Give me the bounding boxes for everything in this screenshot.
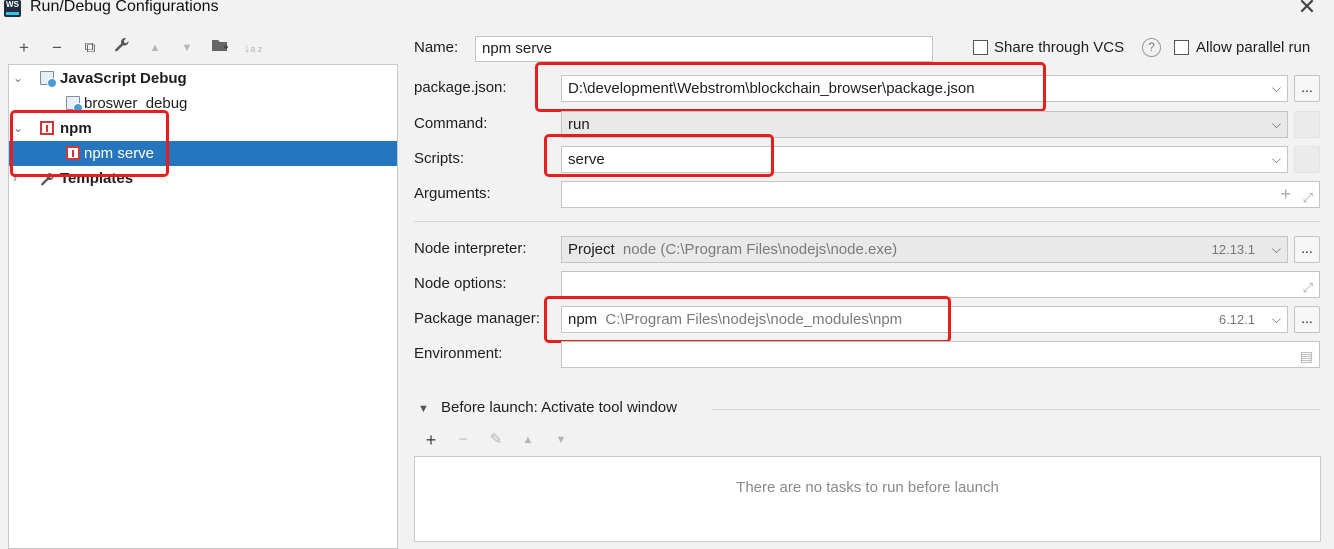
package-manager-select[interactable]: npm C:\Program Files\nodejs\node_modules… bbox=[561, 306, 1288, 333]
javascript-debug-icon bbox=[40, 71, 57, 88]
edit-task-button[interactable]: ✎ bbox=[485, 430, 507, 450]
npm-icon bbox=[66, 146, 80, 160]
wrench-icon bbox=[115, 38, 129, 52]
scripts-value: serve bbox=[568, 151, 605, 168]
node-interpreter-label: Node interpreter: bbox=[414, 240, 527, 257]
chevron-right-icon: › bbox=[13, 171, 17, 185]
chevron-down-icon: ⌵ bbox=[1271, 312, 1281, 326]
tree-item-label: broswer_debug bbox=[84, 95, 188, 112]
arguments-input[interactable]: + ⤢ bbox=[561, 181, 1320, 208]
remove-config-button[interactable]: − bbox=[45, 36, 69, 60]
move-down-button[interactable]: ▼ bbox=[175, 36, 199, 60]
chevron-down-icon: ⌵ bbox=[1271, 117, 1281, 131]
command-value: run bbox=[568, 116, 590, 133]
scripts-label: Scripts: bbox=[414, 150, 465, 167]
javascript-debug-icon bbox=[66, 96, 83, 113]
chevron-down-icon: ⌄ bbox=[13, 71, 24, 85]
package-manager-path: C:\Program Files\nodejs\node_modules\npm bbox=[605, 311, 903, 328]
add-task-button[interactable]: + bbox=[420, 430, 442, 450]
tree-group-templates[interactable]: › Templates bbox=[9, 166, 397, 191]
section-divider bbox=[414, 221, 1320, 222]
node-interpreter-version: 12.13.1 bbox=[1211, 242, 1255, 257]
package-json-select[interactable]: D:\development\Webstrom\blockchain_brows… bbox=[561, 75, 1288, 102]
tree-item-broswer-debug[interactable]: broswer_debug bbox=[9, 91, 397, 116]
webstorm-app-icon: WS bbox=[4, 0, 21, 17]
package-manager-version: 6.12.1 bbox=[1218, 312, 1255, 327]
node-options-label: Node options: bbox=[414, 275, 507, 292]
command-label: Command: bbox=[414, 115, 488, 132]
chevron-down-icon: ⌄ bbox=[13, 121, 24, 135]
name-input[interactable]: npm serve bbox=[475, 36, 933, 62]
arguments-label: Arguments: bbox=[414, 185, 491, 202]
folder-add-icon bbox=[212, 40, 228, 51]
move-task-up-button[interactable]: ▲ bbox=[517, 430, 539, 450]
allow-parallel-checkbox[interactable] bbox=[1174, 40, 1189, 55]
move-task-down-button[interactable]: ▼ bbox=[550, 430, 572, 450]
copy-config-button[interactable]: ⧉ bbox=[78, 36, 102, 60]
share-vcs-label: Share through VCS bbox=[994, 39, 1125, 56]
environment-label: Environment: bbox=[414, 345, 503, 362]
new-folder-button[interactable] bbox=[208, 36, 232, 60]
tree-item-npm-serve[interactable]: npm serve bbox=[9, 141, 397, 166]
package-manager-browse-button[interactable]: ... bbox=[1294, 306, 1320, 333]
chevron-down-icon: ⌵ bbox=[1271, 81, 1281, 95]
tree-group-javascript-debug[interactable]: ⌄ JavaScript Debug bbox=[9, 66, 397, 91]
package-manager-label: Package manager: bbox=[414, 310, 540, 327]
command-side-button bbox=[1294, 111, 1320, 138]
document-icon[interactable]: ▤ bbox=[1300, 344, 1313, 367]
add-icon[interactable]: + bbox=[1280, 182, 1291, 207]
chevron-down-icon: ⌵ bbox=[1271, 242, 1281, 256]
node-interpreter-path: node (C:\Program Files\nodejs\node.exe) bbox=[622, 241, 898, 258]
package-json-value: D:\development\Webstrom\blockchain_brows… bbox=[568, 80, 975, 97]
before-launch-title: Before launch: Activate tool window bbox=[441, 399, 677, 416]
tree-group-label: Templates bbox=[60, 170, 134, 187]
remove-task-button[interactable]: − bbox=[452, 430, 474, 450]
tree-group-npm[interactable]: ⌄ npm bbox=[9, 116, 397, 141]
share-vcs-checkbox[interactable] bbox=[973, 40, 988, 55]
tree-group-label: npm bbox=[60, 120, 92, 137]
help-icon[interactable]: ? bbox=[1142, 38, 1161, 57]
tree-group-label: JavaScript Debug bbox=[60, 70, 187, 87]
edit-defaults-button[interactable] bbox=[110, 36, 134, 60]
package-manager-prefix: npm bbox=[568, 311, 598, 328]
environment-input[interactable]: ▤ bbox=[561, 341, 1320, 368]
move-up-button[interactable]: ▲ bbox=[143, 36, 167, 60]
before-launch-task-list[interactable]: There are no tasks to run before launch bbox=[414, 456, 1321, 542]
node-options-input[interactable]: ⤢ bbox=[561, 271, 1320, 298]
command-select[interactable]: run ⌵ bbox=[561, 111, 1288, 138]
window-title: Run/Debug Configurations bbox=[30, 0, 219, 15]
npm-icon bbox=[40, 121, 54, 135]
chevron-down-icon: ⌵ bbox=[1271, 152, 1281, 166]
add-config-button[interactable]: + bbox=[12, 36, 36, 60]
scripts-side-button bbox=[1294, 146, 1320, 173]
sort-button[interactable]: ↓a z bbox=[241, 36, 265, 60]
expand-icon[interactable]: ⤢ bbox=[1303, 275, 1313, 297]
expand-icon[interactable]: ⤢ bbox=[1303, 185, 1313, 207]
config-tree: ⌄ JavaScript Debug broswer_debug ⌄ npm n… bbox=[8, 64, 398, 549]
name-label: Name: bbox=[414, 39, 459, 56]
empty-tasks-message: There are no tasks to run before launch bbox=[736, 479, 999, 496]
before-launch-divider bbox=[712, 409, 1320, 410]
package-json-label: package.json: bbox=[414, 79, 507, 96]
collapse-triangle-icon[interactable]: ▼ bbox=[418, 403, 429, 415]
wrench-icon bbox=[40, 170, 54, 186]
close-icon[interactable]: ✕ bbox=[1294, 0, 1320, 20]
allow-parallel-label: Allow parallel run bbox=[1196, 39, 1311, 56]
scripts-select[interactable]: serve ⌵ bbox=[561, 146, 1288, 173]
tree-item-label: npm serve bbox=[84, 145, 155, 162]
node-interpreter-browse-button[interactable]: ... bbox=[1294, 236, 1320, 263]
node-interpreter-select[interactable]: Project node (C:\Program Files\nodejs\no… bbox=[561, 236, 1288, 263]
node-interpreter-prefix: Project bbox=[568, 241, 615, 258]
title-bar: WS Run/Debug Configurations ✕ bbox=[0, 0, 1334, 26]
package-json-browse-button[interactable]: ... bbox=[1294, 75, 1320, 102]
